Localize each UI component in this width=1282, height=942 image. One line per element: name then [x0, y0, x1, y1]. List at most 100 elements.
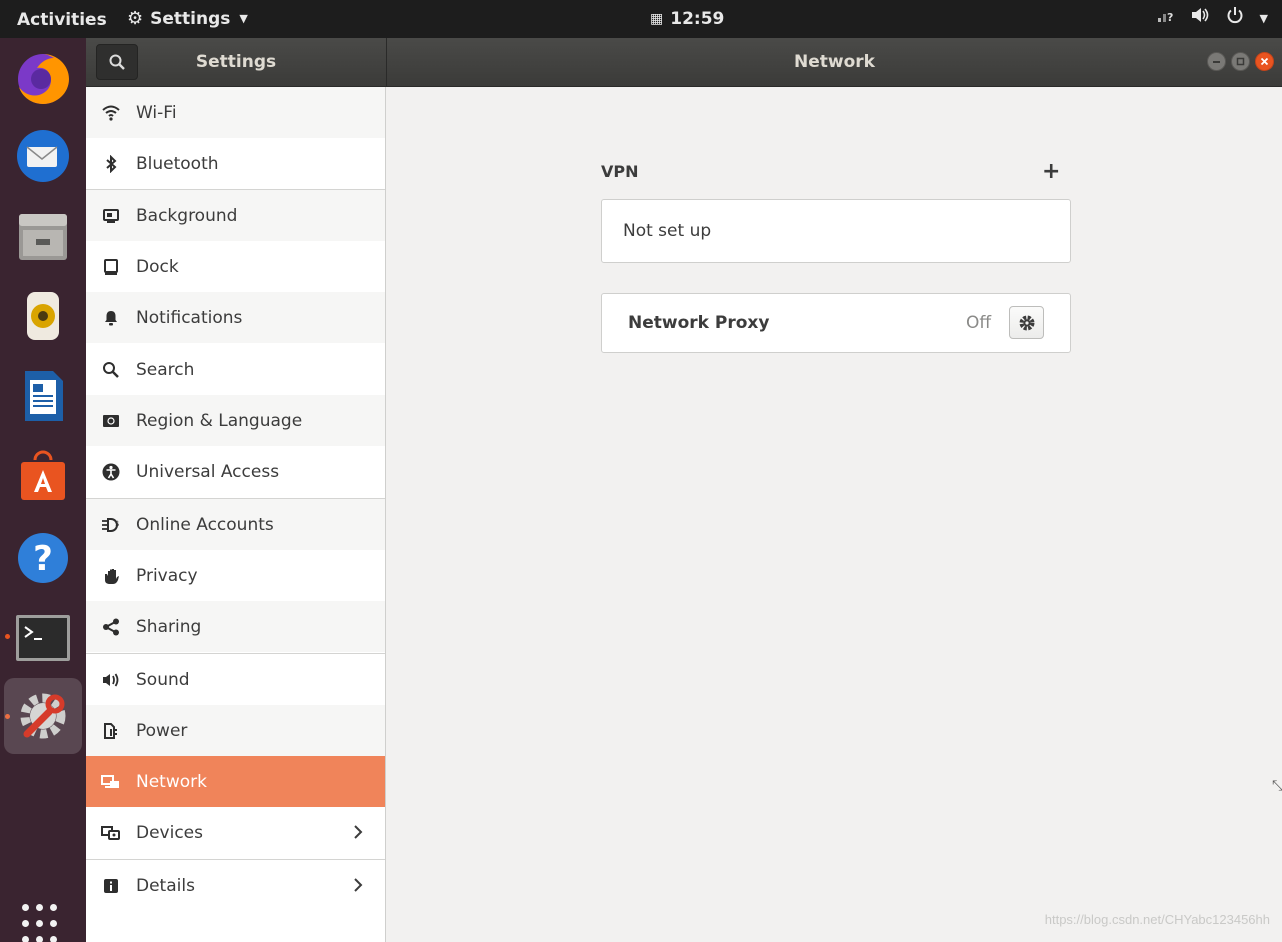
bell-icon — [100, 307, 122, 329]
sidebar-item-label: Network — [136, 771, 207, 792]
sidebar-item-label: Sharing — [136, 616, 202, 637]
sidebar-item-label: Background — [136, 205, 238, 226]
info-icon — [100, 875, 122, 897]
writer-icon[interactable] — [13, 366, 73, 426]
system-status-area[interactable]: ? ▼ — [1156, 0, 1268, 38]
activities-button[interactable]: Activities — [17, 0, 107, 38]
sidebar-item-label: Universal Access — [136, 461, 280, 482]
sidebar-item-network[interactable]: Network — [86, 756, 385, 807]
network-proxy-label: Network Proxy — [628, 313, 770, 333]
sidebar-item-privacy[interactable]: Privacy — [86, 550, 385, 601]
show-applications-button[interactable] — [22, 904, 64, 942]
online-accounts-icon: $ — [100, 514, 122, 536]
sidebar-item-label: Power — [136, 720, 188, 741]
sidebar-item-label: Privacy — [136, 565, 198, 586]
close-icon — [1260, 57, 1269, 66]
network-icon — [100, 771, 122, 793]
calendar-icon: ▦ — [650, 11, 664, 27]
sidebar-item-bluetooth[interactable]: Bluetooth — [86, 138, 385, 189]
maximize-button[interactable] — [1231, 52, 1250, 71]
mouse-cursor-icon: ⤡ — [1272, 778, 1282, 794]
sidebar-item-power[interactable]: Power — [86, 705, 385, 756]
sidebar-item-label: Dock — [136, 256, 179, 277]
background-icon — [100, 205, 122, 227]
clock-time: 12:59 — [670, 9, 725, 29]
settings-icon[interactable] — [4, 678, 82, 754]
sidebar-item-search[interactable]: Search — [86, 344, 385, 395]
gear-icon — [1019, 315, 1034, 330]
power-icon — [1226, 0, 1244, 39]
power-plug-icon — [100, 720, 122, 742]
sidebar-item-dock[interactable]: Dock — [86, 241, 385, 292]
sidebar-item-wifi[interactable]: Wi-Fi — [86, 87, 385, 138]
network-proxy-settings-button[interactable] — [1009, 306, 1044, 339]
network-proxy-state: Off — [966, 313, 992, 333]
sidebar-item-notifications[interactable]: Notifications — [86, 292, 385, 343]
speaker-icon — [100, 669, 122, 691]
caret-down-icon: ▼ — [239, 12, 248, 25]
search-icon — [100, 359, 122, 381]
sidebar-item-details[interactable]: Details — [86, 860, 385, 911]
svg-text:$: $ — [115, 520, 119, 528]
minimize-icon — [1213, 61, 1220, 63]
region-icon — [100, 410, 122, 432]
svg-text:?: ? — [1167, 11, 1173, 24]
network-status-icon: ? — [1156, 0, 1174, 39]
vpn-section-header: VPN — [601, 162, 639, 181]
terminal-icon[interactable] — [13, 608, 73, 668]
vpn-status-text: Not set up — [623, 221, 712, 241]
wifi-icon — [100, 102, 122, 124]
sidebar-item-universal-access[interactable]: Universal Access — [86, 446, 385, 497]
sidebar-item-sound[interactable]: Sound — [86, 654, 385, 705]
software-icon[interactable] — [13, 446, 73, 506]
firefox-icon[interactable] — [13, 47, 73, 107]
bluetooth-icon — [100, 153, 122, 175]
window-controls — [1207, 52, 1274, 71]
svg-text:?: ? — [33, 539, 53, 579]
settings-sidebar: Wi-Fi Bluetooth Background Dock Notifica… — [86, 87, 386, 942]
minimize-button[interactable] — [1207, 52, 1226, 71]
share-icon — [100, 616, 122, 638]
sidebar-item-label: Devices — [136, 822, 203, 843]
settings-app-icon: ⚙ — [127, 8, 144, 29]
volume-icon — [1190, 0, 1210, 39]
caret-down-icon: ▼ — [1259, 12, 1268, 25]
maximize-icon — [1236, 57, 1245, 66]
files-icon[interactable] — [13, 206, 73, 266]
app-menu[interactable]: ⚙ Settings ▼ — [127, 0, 248, 38]
network-proxy-row[interactable]: Network Proxy Off — [601, 293, 1071, 353]
thunderbird-icon[interactable] — [13, 126, 73, 186]
vpn-list: Not set up — [601, 199, 1071, 263]
watermark: https://blog.csdn.net/CHYabc123456hh — [1044, 912, 1270, 927]
close-button[interactable] — [1255, 52, 1274, 71]
hand-icon — [100, 565, 122, 587]
sidebar-item-label: Notifications — [136, 307, 243, 328]
sidebar-item-label: Online Accounts — [136, 514, 274, 535]
chevron-right-icon — [353, 874, 363, 898]
sidebar-item-label: Bluetooth — [136, 153, 219, 174]
sidebar-item-sharing[interactable]: Sharing — [86, 601, 385, 652]
sidebar-item-label: Sound — [136, 669, 190, 690]
search-button[interactable] — [96, 44, 138, 80]
panel-title: Network — [794, 52, 875, 72]
sidebar-item-online-accounts[interactable]: $ Online Accounts — [86, 499, 385, 550]
rhythmbox-icon[interactable] — [13, 286, 73, 346]
chevron-right-icon — [353, 821, 363, 845]
accessibility-icon — [100, 461, 122, 483]
top-bar: Activities ⚙ Settings ▼ ▦ 12:59 ? ▼ — [0, 0, 1282, 38]
help-icon[interactable]: ? — [13, 528, 73, 588]
running-indicator — [5, 634, 10, 639]
dock-icon — [100, 256, 122, 278]
window-header-bar: Settings Network — [86, 38, 1282, 87]
sidebar-item-background[interactable]: Background — [86, 190, 385, 241]
clock[interactable]: ▦ 12:59 — [650, 0, 724, 38]
sidebar-item-region-language[interactable]: Region & Language — [86, 395, 385, 446]
search-icon — [109, 54, 125, 70]
sidebar-item-label: Region & Language — [136, 410, 303, 431]
add-vpn-button[interactable]: + — [1042, 160, 1060, 184]
app-menu-label: Settings — [150, 9, 231, 29]
sidebar-item-devices[interactable]: Devices — [86, 807, 385, 858]
sidebar-item-label: Details — [136, 875, 195, 896]
sidebar-item-label: Search — [136, 359, 195, 380]
sidebar-item-label: Wi-Fi — [136, 102, 177, 123]
